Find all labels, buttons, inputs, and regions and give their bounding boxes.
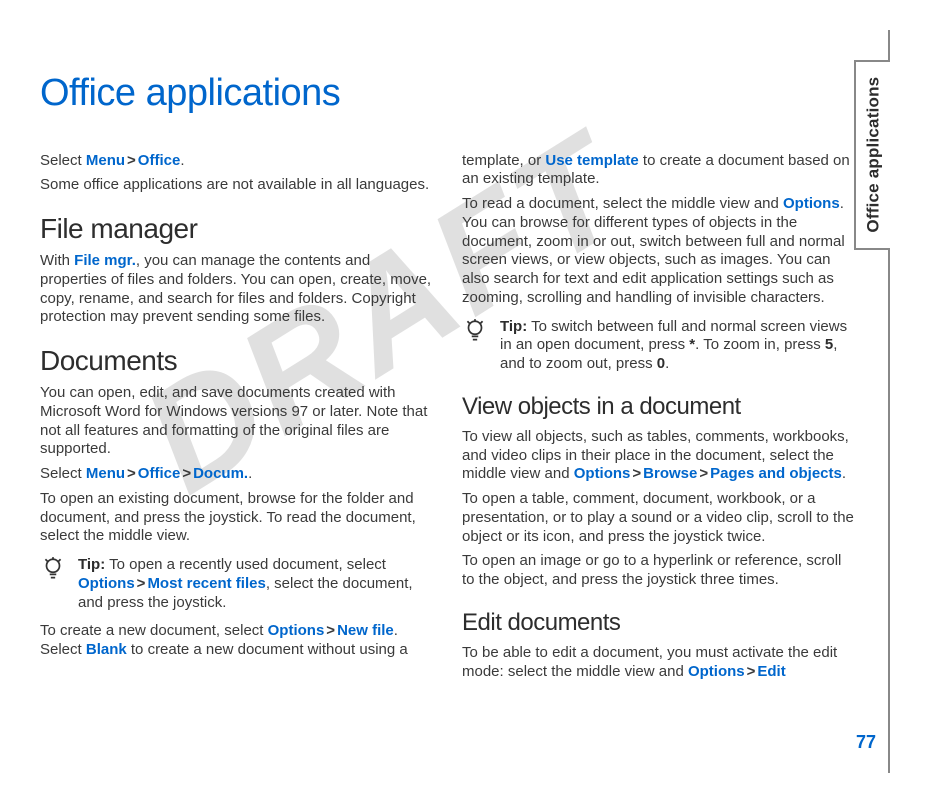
edit-documents-p1: To be able to edit a document, you must … [462,644,858,682]
tip-label: Tip: [500,318,527,335]
file-mgr-label: File mgr. [74,252,136,269]
edit-documents-heading: Edit documents [462,608,858,638]
new-file-label: New file [337,622,394,639]
chevron-right-icon: > [125,152,138,169]
most-recent-files-label: Most recent files [147,575,265,592]
chevron-right-icon: > [135,575,148,592]
documents-select-line: Select Menu>Office>Docum.. [40,465,436,484]
blank-label: Blank [86,641,127,658]
tip-body: Tip: To open a recently used document, s… [78,556,436,612]
file-manager-heading: File manager [40,211,436,246]
pages-and-objects-label: Pages and objects [710,465,842,482]
menu-label: Menu [86,152,125,169]
chevron-right-icon: > [630,465,643,482]
right-column: template, or Use template to create a do… [462,146,858,726]
documents-p4: To create a new document, select Options… [40,622,436,660]
left-column: Select Menu>Office. Some office applicat… [40,146,436,726]
side-tab: Office applications [854,60,890,250]
manual-page: DRAFT Office applications Office applica… [30,30,890,773]
documents-p3: To open an existing document, browse for… [40,490,436,546]
file-manager-body: With File mgr., you can manage the conte… [40,252,436,327]
documents-heading: Documents [40,343,436,378]
view-objects-p3: To open an image or go to a hyperlink or… [462,552,858,590]
documents-p5: template, or Use template to create a do… [462,152,858,190]
use-template-label: Use template [545,152,638,169]
docum-label: Docum. [193,465,248,482]
office-label: Office [138,152,181,169]
chevron-right-icon: > [180,465,193,482]
chevron-right-icon: > [324,622,337,639]
page-number: 77 [856,731,876,754]
tip-body: Tip: To switch between full and normal s… [500,318,858,374]
two-column-layout: Select Menu>Office. Some office applicat… [40,146,858,726]
intro-note: Some office applications are not availab… [40,176,436,195]
side-tab-label: Office applications [862,77,883,233]
view-objects-p1: To view all objects, such as tables, com… [462,428,858,484]
chevron-right-icon: > [745,663,758,680]
chevron-right-icon: > [125,465,138,482]
documents-p1: You can open, edit, and save documents c… [40,384,436,459]
tip-label: Tip: [78,556,105,573]
lightbulb-icon [462,318,490,374]
lightbulb-icon [40,556,68,612]
documents-p6: To read a document, select the middle vi… [462,195,858,308]
chevron-right-icon: > [697,465,710,482]
intro-select-line: Select Menu>Office. [40,152,436,171]
view-objects-p2: To open a table, comment, document, work… [462,490,858,546]
view-objects-heading: View objects in a document [462,392,858,422]
tip-block: Tip: To switch between full and normal s… [462,318,858,374]
tip-block: Tip: To open a recently used document, s… [40,556,436,612]
chapter-title: Office applications [40,70,858,118]
